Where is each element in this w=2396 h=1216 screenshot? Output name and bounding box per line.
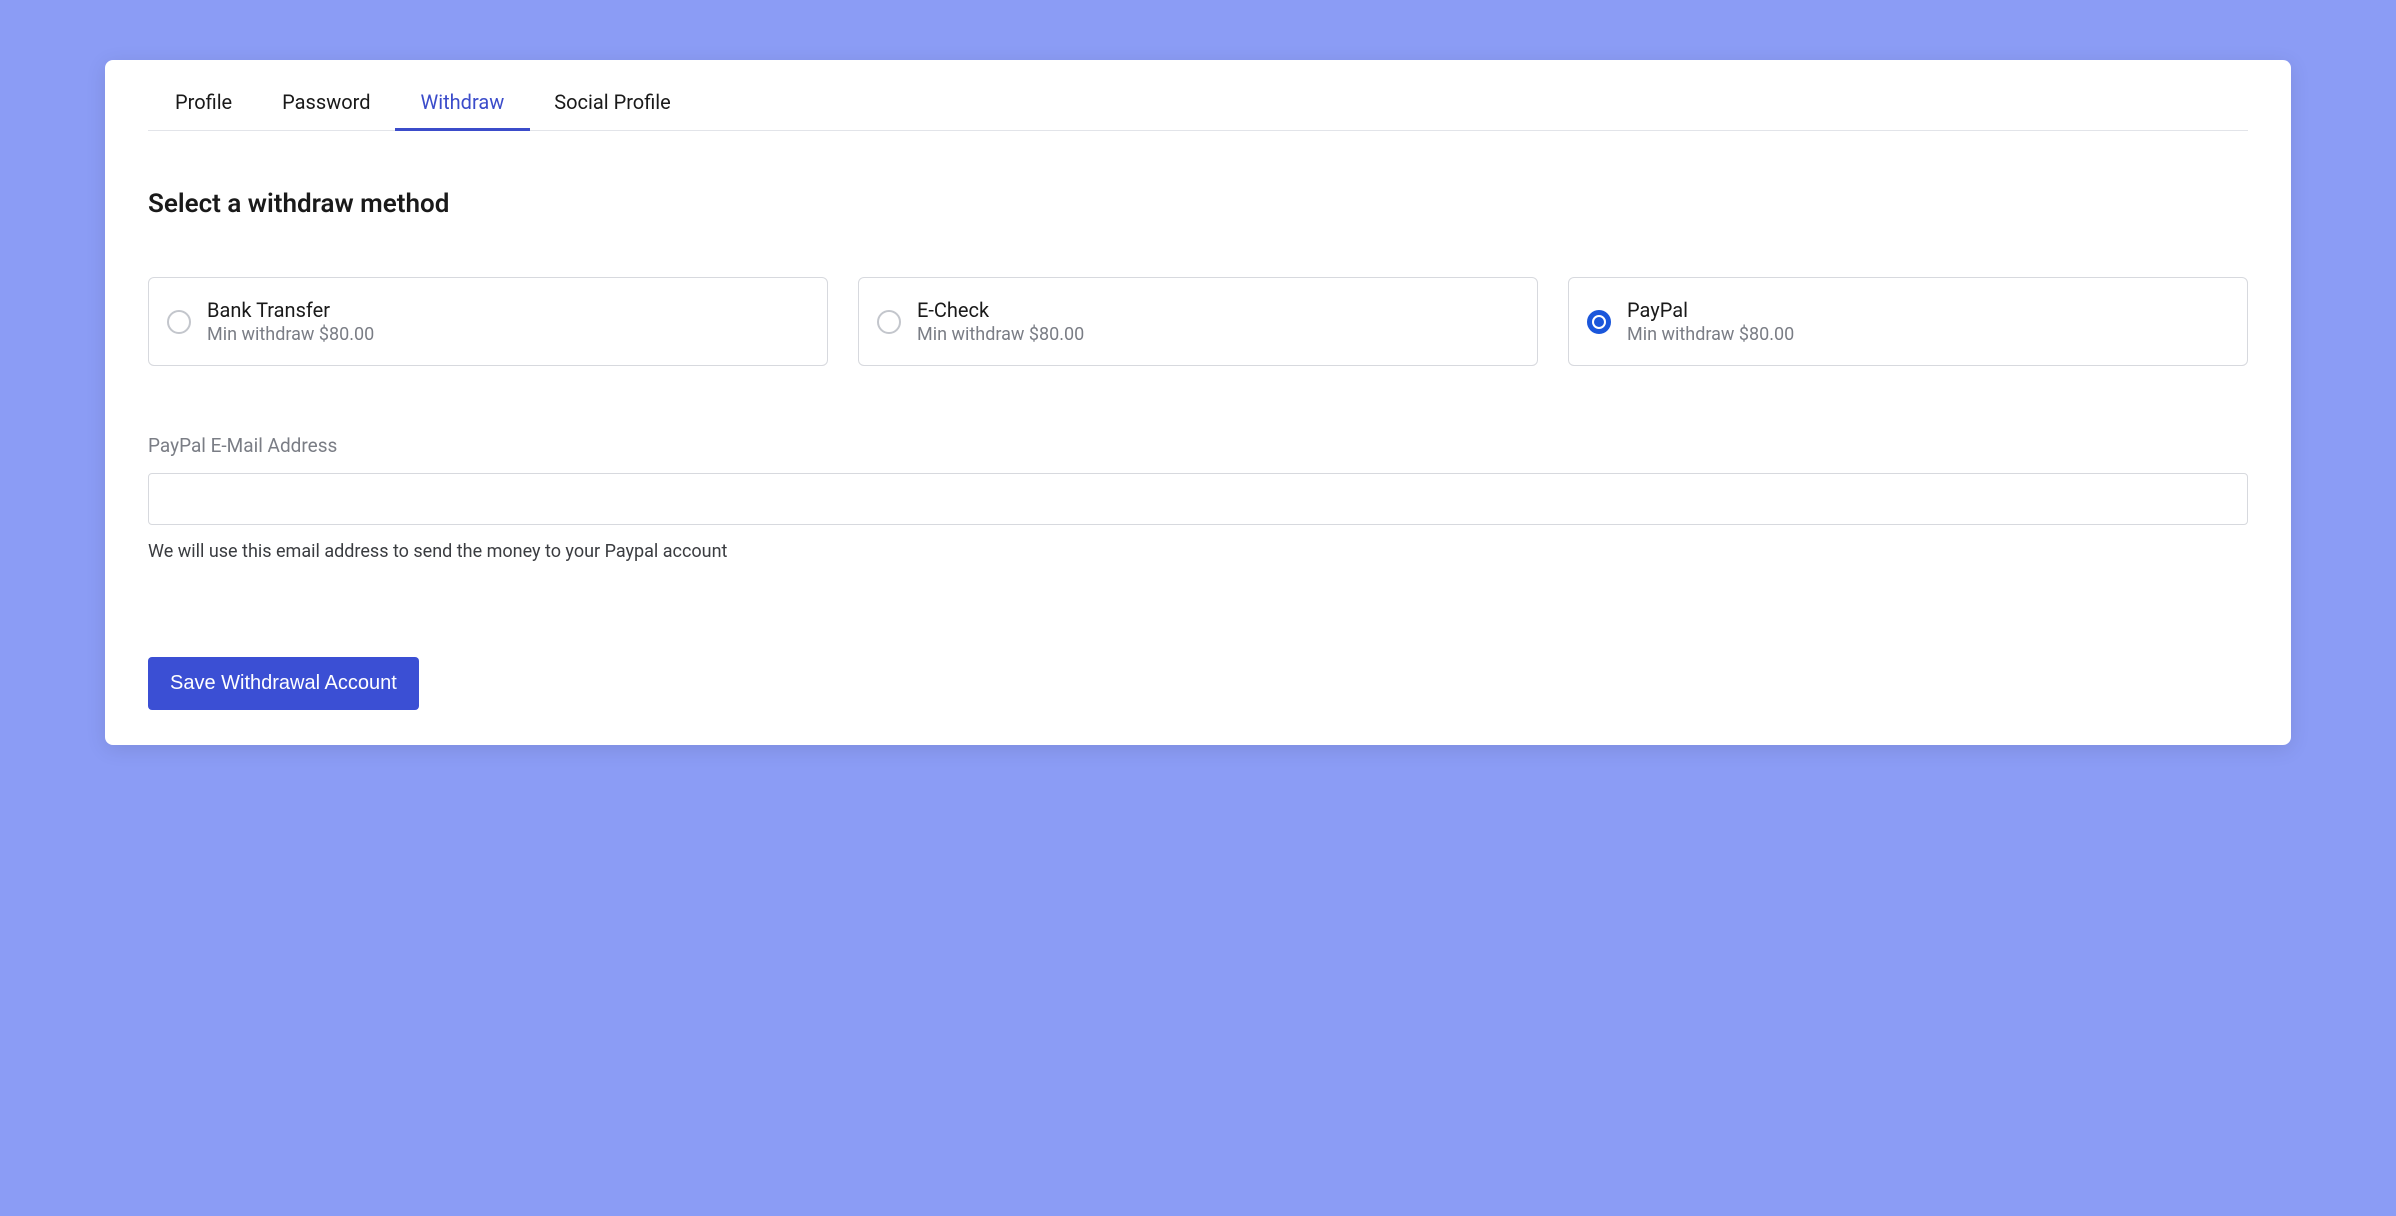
tab-withdraw[interactable]: Withdraw	[421, 90, 505, 130]
method-text: PayPal Min withdraw $80.00	[1627, 298, 1794, 345]
method-name: PayPal	[1627, 298, 1794, 322]
withdraw-methods: Bank Transfer Min withdraw $80.00 E-Chec…	[148, 277, 2248, 366]
method-subtitle: Min withdraw $80.00	[207, 324, 374, 345]
method-subtitle: Min withdraw $80.00	[917, 324, 1084, 345]
tab-social-profile[interactable]: Social Profile	[554, 90, 670, 130]
settings-card: Profile Password Withdraw Social Profile…	[105, 60, 2291, 745]
method-paypal[interactable]: PayPal Min withdraw $80.00	[1568, 277, 2248, 366]
section-title: Select a withdraw method	[148, 189, 2248, 219]
method-text: Bank Transfer Min withdraw $80.00	[207, 298, 374, 345]
radio-unchecked-icon	[167, 310, 191, 334]
save-withdrawal-button[interactable]: Save Withdrawal Account	[148, 657, 419, 710]
radio-checked-icon	[1587, 310, 1611, 334]
method-subtitle: Min withdraw $80.00	[1627, 324, 1794, 345]
tabs-nav: Profile Password Withdraw Social Profile	[148, 60, 2248, 131]
tab-password[interactable]: Password	[282, 90, 370, 130]
method-name: E-Check	[917, 298, 1084, 322]
method-bank-transfer[interactable]: Bank Transfer Min withdraw $80.00	[148, 277, 828, 366]
radio-unchecked-icon	[877, 310, 901, 334]
tab-profile[interactable]: Profile	[175, 90, 232, 130]
method-text: E-Check Min withdraw $80.00	[917, 298, 1084, 345]
email-field-label: PayPal E-Mail Address	[148, 434, 2248, 457]
method-name: Bank Transfer	[207, 298, 374, 322]
email-helper-text: We will use this email address to send t…	[148, 541, 2248, 562]
method-e-check[interactable]: E-Check Min withdraw $80.00	[858, 277, 1538, 366]
paypal-email-input[interactable]	[148, 473, 2248, 525]
